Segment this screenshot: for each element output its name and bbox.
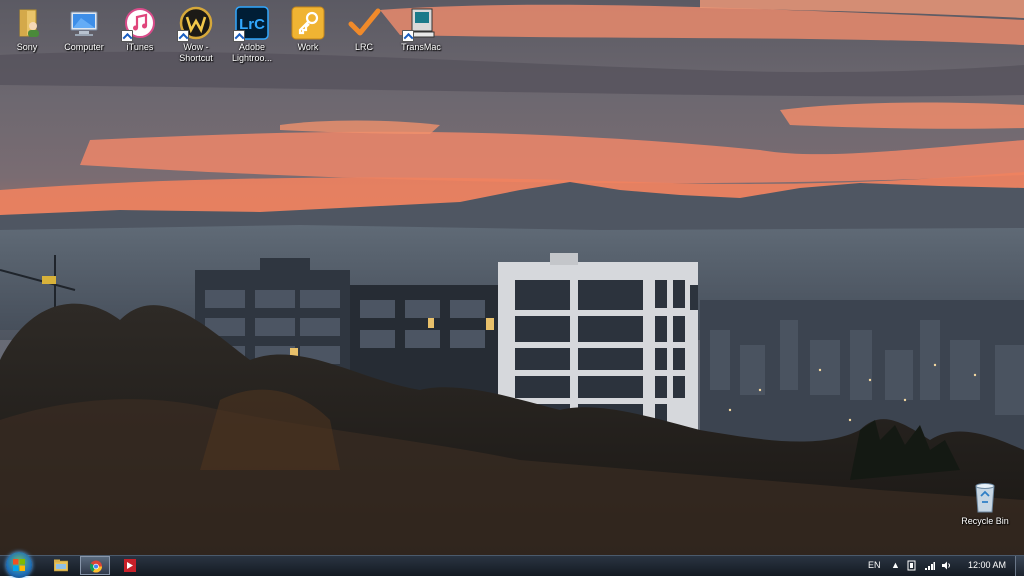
computer-icon: [67, 6, 101, 40]
show-desktop-button[interactable]: [1015, 556, 1024, 576]
folder-user-icon: [10, 6, 44, 40]
transmac-icon: [402, 6, 438, 42]
desktop-icon-label: Work: [297, 42, 319, 52]
shortcut-arrow-icon: [402, 30, 414, 42]
file-explorer-icon: [54, 559, 68, 572]
desktop-icon-lightroom[interactable]: LrC Adobe Lightroo...: [225, 0, 279, 64]
recycle-bin-icon: [968, 480, 1002, 514]
desktop-icon-recycle-bin[interactable]: Recycle Bin: [956, 474, 1014, 527]
desktop-icon-label: TransMac: [401, 42, 441, 52]
desktop-icon-label: iTunes: [126, 42, 154, 52]
desktop-icon-work[interactable]: Work: [281, 0, 335, 53]
desktop-icon-itunes[interactable]: iTunes: [113, 0, 167, 53]
windows-logo-icon: [13, 559, 25, 571]
desktop-icon-label: Adobe Lightroo...: [231, 42, 273, 63]
itunes-icon: [121, 6, 157, 42]
power-plug-icon[interactable]: [906, 560, 917, 571]
lightroom-icon: LrC: [233, 6, 269, 42]
language-indicator[interactable]: EN: [868, 560, 881, 570]
start-button[interactable]: [6, 552, 32, 578]
desktop-icon-sony[interactable]: Sony: [0, 0, 54, 53]
desktop-icon-transmac[interactable]: TransMac: [394, 0, 448, 53]
desktop-icon-label: Sony: [16, 42, 38, 52]
taskbar-button-chrome[interactable]: [80, 556, 110, 575]
desktop-icon-label: Wow - Shortcut: [179, 42, 213, 63]
shortcut-arrow-icon: [177, 30, 189, 42]
desktop-icon-wow[interactable]: Wow - Shortcut: [169, 0, 223, 64]
desktop-icon-lrc[interactable]: LRC: [337, 0, 391, 53]
desktop-wallpaper: [0, 0, 1024, 555]
desktop-icon-label: LRC: [354, 42, 373, 52]
network-signal-icon[interactable]: [924, 560, 935, 571]
system-clock[interactable]: 12:00 AM: [968, 560, 1006, 570]
shortcut-arrow-icon: [233, 30, 245, 42]
key-folder-icon: [291, 6, 325, 40]
tray-overflow-icon[interactable]: ▲: [891, 560, 900, 570]
taskbar-button-explorer[interactable]: [46, 556, 76, 575]
chrome-icon: [89, 560, 103, 573]
red-app-icon: [124, 559, 136, 572]
desktop-icon-computer[interactable]: Computer: [57, 0, 111, 53]
volume-icon[interactable]: [941, 560, 952, 571]
checkmark-icon: [347, 6, 381, 40]
shortcut-arrow-icon: [121, 30, 133, 42]
desktop-icon-label: Recycle Bin: [961, 516, 1009, 526]
world-of-warcraft-icon: [177, 6, 213, 42]
desktop-icon-label: Computer: [64, 42, 104, 52]
taskbar-button-app[interactable]: [115, 556, 145, 575]
taskbar: EN ▲ 12:00 AM: [0, 552, 1024, 578]
